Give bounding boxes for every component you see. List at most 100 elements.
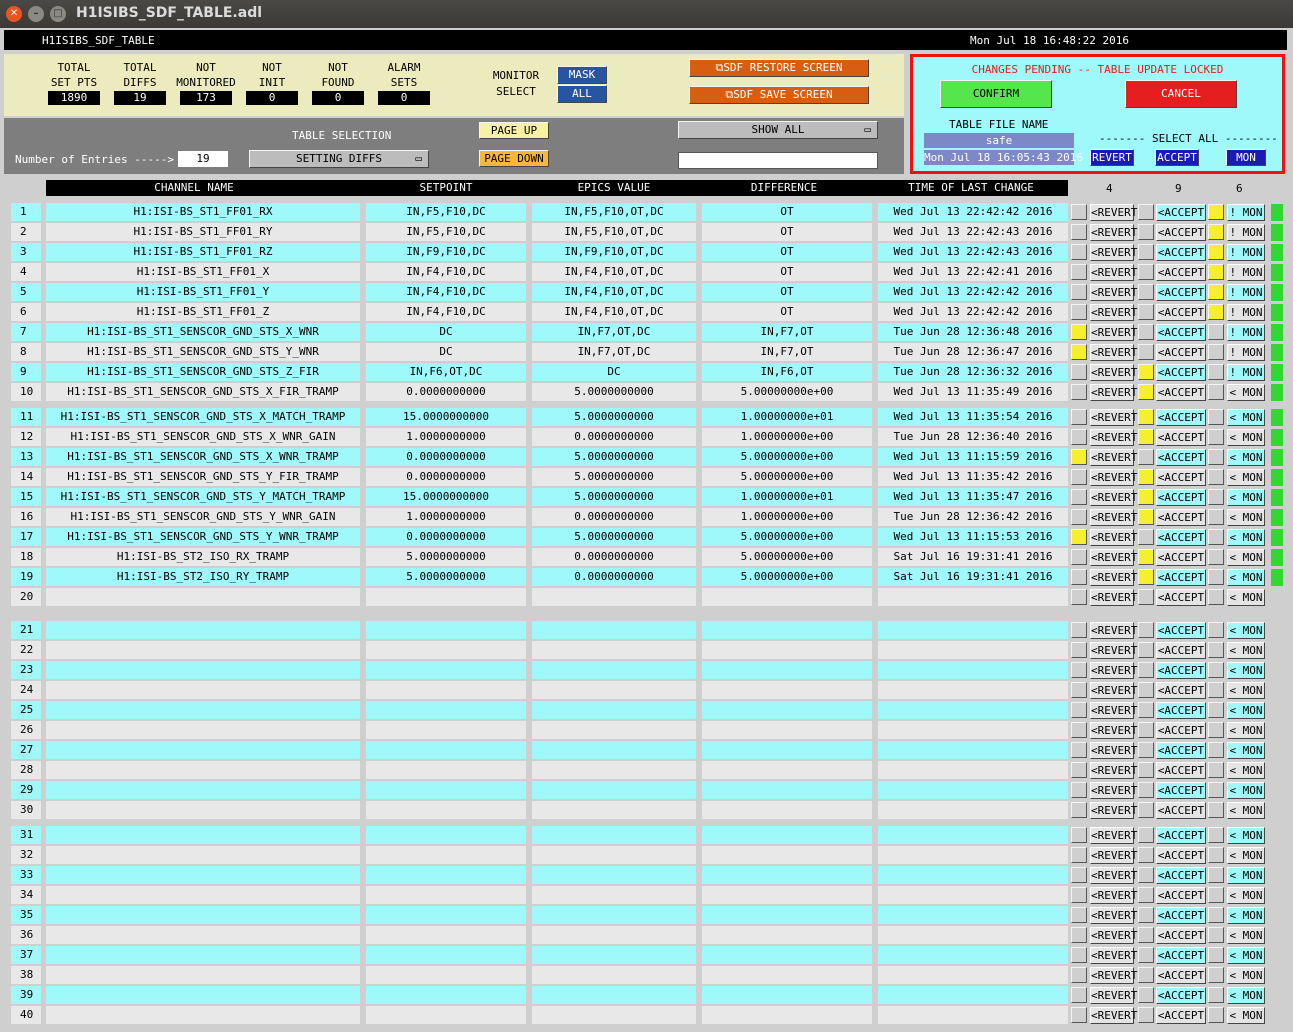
revert-checkbox[interactable] xyxy=(1071,344,1087,360)
accept-checkbox[interactable] xyxy=(1138,622,1154,638)
accept-checkbox[interactable] xyxy=(1138,364,1154,380)
revert-checkbox[interactable] xyxy=(1071,489,1087,505)
mon-button[interactable]: < MON xyxy=(1227,429,1265,446)
mask-button[interactable]: MASK xyxy=(557,66,607,84)
accept-checkbox[interactable] xyxy=(1138,702,1154,718)
revert-checkbox[interactable] xyxy=(1071,224,1087,240)
revert-button[interactable]: <REVERT xyxy=(1090,549,1137,566)
accept-button[interactable]: <ACCEPT xyxy=(1156,364,1206,381)
mon-checkbox[interactable] xyxy=(1208,662,1224,678)
revert-checkbox[interactable] xyxy=(1071,702,1087,718)
mon-button[interactable]: < MON xyxy=(1227,384,1265,401)
revert-checkbox[interactable] xyxy=(1071,1007,1087,1023)
revert-button[interactable]: <REVERT xyxy=(1090,529,1137,546)
accept-button[interactable]: <ACCEPT xyxy=(1156,867,1206,884)
mon-checkbox[interactable] xyxy=(1208,244,1224,260)
revert-button[interactable]: <REVERT xyxy=(1090,324,1137,341)
mon-checkbox[interactable] xyxy=(1208,284,1224,300)
accept-button[interactable]: <ACCEPT xyxy=(1156,662,1206,679)
accept-button[interactable]: <ACCEPT xyxy=(1156,847,1206,864)
revert-button[interactable]: <REVERT xyxy=(1090,762,1137,779)
mon-button[interactable]: < MON xyxy=(1227,702,1265,719)
mon-checkbox[interactable] xyxy=(1208,344,1224,360)
revert-button[interactable]: <REVERT xyxy=(1090,429,1137,446)
accept-button[interactable]: <ACCEPT xyxy=(1156,224,1206,241)
revert-button[interactable]: <REVERT xyxy=(1090,742,1137,759)
all-button[interactable]: ALL xyxy=(557,85,607,103)
mon-checkbox[interactable] xyxy=(1208,762,1224,778)
revert-button[interactable]: <REVERT xyxy=(1090,967,1137,984)
mon-button[interactable]: < MON xyxy=(1227,867,1265,884)
mon-checkbox[interactable] xyxy=(1208,622,1224,638)
mon-button[interactable]: ! MON xyxy=(1227,224,1265,241)
mon-checkbox[interactable] xyxy=(1208,682,1224,698)
revert-button[interactable]: <REVERT xyxy=(1090,827,1137,844)
accept-button[interactable]: <ACCEPT xyxy=(1156,622,1206,639)
mon-checkbox[interactable] xyxy=(1208,802,1224,818)
mon-checkbox[interactable] xyxy=(1208,827,1224,843)
mon-checkbox[interactable] xyxy=(1208,364,1224,380)
revert-checkbox[interactable] xyxy=(1071,782,1087,798)
accept-button[interactable]: <ACCEPT xyxy=(1156,529,1206,546)
mon-button[interactable]: < MON xyxy=(1227,469,1265,486)
revert-checkbox[interactable] xyxy=(1071,762,1087,778)
revert-button[interactable]: <REVERT xyxy=(1090,907,1137,924)
revert-button[interactable]: <REVERT xyxy=(1090,622,1137,639)
accept-button[interactable]: <ACCEPT xyxy=(1156,642,1206,659)
mon-checkbox[interactable] xyxy=(1208,304,1224,320)
revert-button[interactable]: <REVERT xyxy=(1090,887,1137,904)
mon-button[interactable]: < MON xyxy=(1227,1007,1265,1024)
mon-button[interactable]: < MON xyxy=(1227,622,1265,639)
mon-button[interactable]: ! MON xyxy=(1227,364,1265,381)
revert-checkbox[interactable] xyxy=(1071,469,1087,485)
mon-checkbox[interactable] xyxy=(1208,1007,1224,1023)
page-down-button[interactable]: PAGE DOWN xyxy=(479,150,549,167)
revert-button[interactable]: <REVERT xyxy=(1090,264,1137,281)
accept-checkbox[interactable] xyxy=(1138,449,1154,465)
accept-button[interactable]: <ACCEPT xyxy=(1156,429,1206,446)
mon-checkbox[interactable] xyxy=(1208,549,1224,565)
mon-button[interactable]: < MON xyxy=(1227,827,1265,844)
revert-button[interactable]: <REVERT xyxy=(1090,489,1137,506)
mon-checkbox[interactable] xyxy=(1208,264,1224,280)
mon-button[interactable]: < MON xyxy=(1227,529,1265,546)
revert-checkbox[interactable] xyxy=(1071,967,1087,983)
accept-button[interactable]: <ACCEPT xyxy=(1156,549,1206,566)
accept-checkbox[interactable] xyxy=(1138,662,1154,678)
revert-checkbox[interactable] xyxy=(1071,682,1087,698)
mon-checkbox[interactable] xyxy=(1208,384,1224,400)
revert-checkbox[interactable] xyxy=(1071,947,1087,963)
accept-checkbox[interactable] xyxy=(1138,244,1154,260)
accept-all-button[interactable]: ACCEPT xyxy=(1155,149,1199,166)
accept-button[interactable]: <ACCEPT xyxy=(1156,907,1206,924)
mon-checkbox[interactable] xyxy=(1208,867,1224,883)
mon-button[interactable]: < MON xyxy=(1227,549,1265,566)
revert-checkbox[interactable] xyxy=(1071,429,1087,445)
accept-checkbox[interactable] xyxy=(1138,927,1154,943)
mon-button[interactable]: < MON xyxy=(1227,742,1265,759)
revert-button[interactable]: <REVERT xyxy=(1090,782,1137,799)
mon-checkbox[interactable] xyxy=(1208,224,1224,240)
accept-checkbox[interactable] xyxy=(1138,264,1154,280)
revert-checkbox[interactable] xyxy=(1071,589,1087,605)
revert-checkbox[interactable] xyxy=(1071,622,1087,638)
accept-button[interactable]: <ACCEPT xyxy=(1156,409,1206,426)
revert-checkbox[interactable] xyxy=(1071,907,1087,923)
accept-button[interactable]: <ACCEPT xyxy=(1156,589,1206,606)
mon-checkbox[interactable] xyxy=(1208,529,1224,545)
mon-checkbox[interactable] xyxy=(1208,509,1224,525)
revert-button[interactable]: <REVERT xyxy=(1090,284,1137,301)
revert-checkbox[interactable] xyxy=(1071,867,1087,883)
mon-checkbox[interactable] xyxy=(1208,927,1224,943)
revert-button[interactable]: <REVERT xyxy=(1090,449,1137,466)
accept-button[interactable]: <ACCEPT xyxy=(1156,469,1206,486)
accept-button[interactable]: <ACCEPT xyxy=(1156,1007,1206,1024)
accept-button[interactable]: <ACCEPT xyxy=(1156,702,1206,719)
accept-button[interactable]: <ACCEPT xyxy=(1156,987,1206,1004)
revert-button[interactable]: <REVERT xyxy=(1090,847,1137,864)
mon-checkbox[interactable] xyxy=(1208,722,1224,738)
mon-checkbox[interactable] xyxy=(1208,702,1224,718)
mon-button[interactable]: ! MON xyxy=(1227,284,1265,301)
accept-checkbox[interactable] xyxy=(1138,827,1154,843)
revert-checkbox[interactable] xyxy=(1071,324,1087,340)
